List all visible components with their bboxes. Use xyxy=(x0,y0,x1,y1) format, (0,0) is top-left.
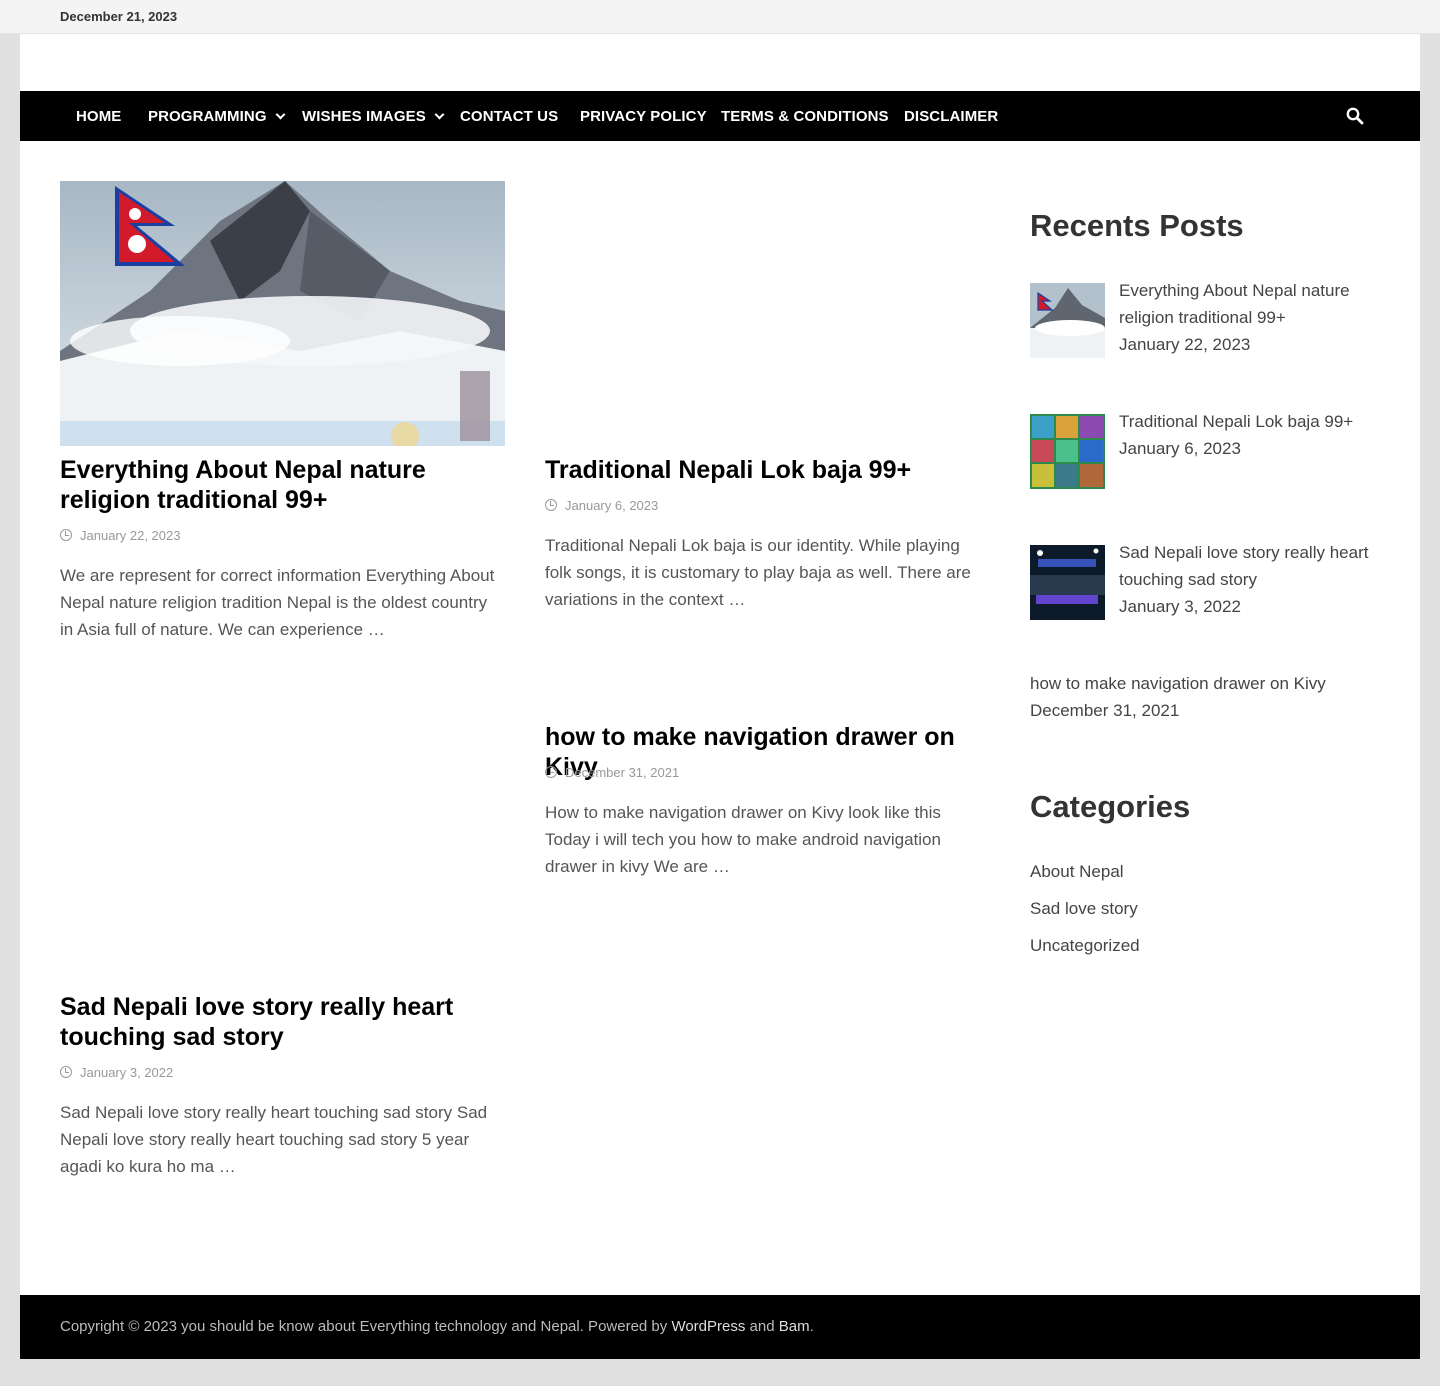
post-title[interactable]: Traditional Nepali Lok baja 99+ xyxy=(545,455,990,485)
recent-posts-heading: Recents Posts xyxy=(1030,208,1244,243)
recent-post-date: January 22, 2023 xyxy=(1119,335,1251,354)
post-date: January 22, 2023 xyxy=(60,528,180,543)
post-excerpt: Traditional Nepali Lok baja is our ident… xyxy=(545,536,971,609)
recent-post-date: December 31, 2021 xyxy=(1030,701,1180,720)
nav-item-programming[interactable]: PROGRAMMING xyxy=(148,108,286,125)
post-date-text[interactable]: January 6, 2023 xyxy=(565,498,658,513)
recent-post-item: Traditional Nepali Lok baja 99+ January … xyxy=(1119,408,1399,462)
post-date: January 3, 2022 xyxy=(60,1065,173,1080)
main-navigation: HOME PROGRAMMING WISHES IMAGES CONTACT U… xyxy=(20,91,1420,141)
recent-post-thumbnail[interactable] xyxy=(1030,545,1105,620)
top-bar: December 21, 2023 xyxy=(0,0,1440,34)
post-title[interactable]: Sad Nepali love story really heart touch… xyxy=(60,992,505,1052)
recent-post-date: January 3, 2022 xyxy=(1119,597,1241,616)
search-icon[interactable] xyxy=(1346,107,1364,125)
clock-icon xyxy=(60,1066,72,1078)
nav-item-label: WISHES IMAGES xyxy=(302,108,426,125)
post-title[interactable]: Everything About Nepal nature religion t… xyxy=(60,455,505,515)
nav-item-terms-conditions[interactable]: TERMS & CONDITIONS xyxy=(721,108,889,125)
post-date: January 6, 2023 xyxy=(545,498,658,513)
nav-item-privacy-policy[interactable]: PRIVACY POLICY xyxy=(580,108,707,125)
copyright-suffix: . xyxy=(809,1318,814,1335)
nav-item-label: PROGRAMMING xyxy=(148,108,267,125)
clock-icon xyxy=(545,499,557,511)
recent-post-thumbnail[interactable] xyxy=(1030,414,1105,489)
recent-post-title[interactable]: how to make navigation drawer on Kivy xyxy=(1030,670,1400,697)
wordpress-link[interactable]: WordPress xyxy=(671,1318,745,1335)
category-link-uncategorized[interactable]: Uncategorized xyxy=(1030,936,1140,956)
nav-item-contact-us[interactable]: CONTACT US xyxy=(460,108,558,125)
clock-icon xyxy=(60,529,72,541)
chevron-down-icon xyxy=(275,109,286,120)
post-excerpt: How to make navigation drawer on Kivy lo… xyxy=(545,803,941,876)
recent-post-date: January 6, 2023 xyxy=(1119,439,1241,458)
recent-post-item: how to make navigation drawer on Kivy De… xyxy=(1030,670,1400,724)
recent-post-title[interactable]: Traditional Nepali Lok baja 99+ xyxy=(1119,408,1399,435)
post-date: December 31, 2021 xyxy=(545,765,679,780)
nav-item-disclaimer[interactable]: DISCLAIMER xyxy=(904,108,998,125)
category-link-sad-love-story[interactable]: Sad love story xyxy=(1030,899,1138,919)
recent-post-thumbnail[interactable] xyxy=(1030,283,1105,358)
recent-post-item: Sad Nepali love story really heart touch… xyxy=(1119,539,1399,620)
copyright-text: Copyright © 2023 you should be know abou… xyxy=(60,1318,814,1335)
post-date-text[interactable]: January 22, 2023 xyxy=(80,528,180,543)
nav-item-home[interactable]: HOME xyxy=(76,108,121,125)
post-excerpt: Sad Nepali love story really heart touch… xyxy=(60,1103,488,1176)
current-date: December 21, 2023 xyxy=(60,9,178,24)
recent-post-title[interactable]: Everything About Nepal nature religion t… xyxy=(1119,277,1399,331)
post-date-text[interactable]: January 3, 2022 xyxy=(80,1065,173,1080)
bam-link[interactable]: Bam xyxy=(779,1318,810,1335)
copyright-prefix: Copyright © 2023 you should be know abou… xyxy=(60,1318,672,1335)
categories-heading: Categories xyxy=(1030,789,1191,824)
post-thumbnail-nepal[interactable] xyxy=(60,181,505,446)
site-footer: Copyright © 2023 you should be know abou… xyxy=(20,1295,1420,1359)
chevron-down-icon xyxy=(434,109,445,120)
recent-post-item: Everything About Nepal nature religion t… xyxy=(1119,277,1399,358)
post-date-text[interactable]: December 31, 2021 xyxy=(565,765,679,780)
post-excerpt: We are represent for correct information… xyxy=(60,566,495,639)
nav-item-wishes-images[interactable]: WISHES IMAGES xyxy=(302,108,445,125)
recent-post-title[interactable]: Sad Nepali love story really heart touch… xyxy=(1119,539,1399,593)
clock-icon xyxy=(545,766,557,778)
copyright-and: and xyxy=(745,1318,779,1335)
category-link-about-nepal[interactable]: About Nepal xyxy=(1030,862,1124,882)
